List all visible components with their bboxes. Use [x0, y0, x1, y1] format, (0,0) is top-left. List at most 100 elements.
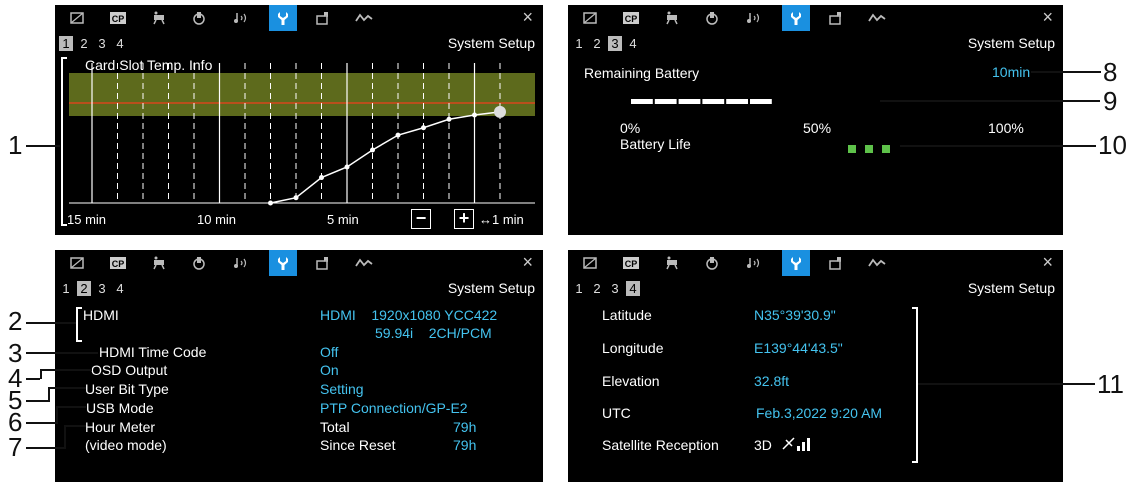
temp-point	[370, 147, 375, 153]
wrench-icon	[791, 257, 801, 270]
temp-point	[268, 200, 273, 206]
callout-line-5b	[48, 387, 50, 402]
tab-waveform[interactable]	[862, 250, 890, 276]
camera-mode-icon	[70, 257, 84, 269]
tab-custom-picture[interactable]: CP	[103, 250, 131, 276]
page-3[interactable]: 3	[95, 281, 109, 296]
page-1[interactable]: 1	[572, 36, 586, 51]
tab-my-menu[interactable]	[309, 250, 337, 276]
battery-segment	[654, 99, 677, 104]
callout-line-7c	[64, 425, 86, 427]
usb-mode-value[interactable]: PTP Connection/GP-E2	[320, 400, 468, 416]
video-camera-icon	[666, 11, 678, 25]
callout-2: 2	[8, 306, 23, 336]
close-button[interactable]: ×	[1042, 252, 1053, 273]
panel-gps-info: CP × 1 2 3 4 System Setup Latitude N35°3…	[568, 250, 1063, 482]
page-4[interactable]: 4	[626, 36, 640, 51]
battery-segment	[726, 99, 748, 104]
page-1[interactable]: 1	[59, 281, 73, 296]
temp-point	[421, 125, 426, 131]
assign-button-icon	[193, 257, 205, 270]
battery-segment	[678, 99, 701, 104]
panel-title: System Setup	[447, 280, 535, 296]
page-4[interactable]: 4	[626, 281, 640, 296]
callout-line-4	[26, 378, 40, 380]
scale-100: 100%	[988, 120, 1024, 136]
temp-point	[395, 132, 401, 138]
zoom-out-button[interactable]: −	[411, 209, 431, 229]
hour-meter-label: Hour Meter	[85, 419, 156, 435]
tab-custom-picture[interactable]: CP	[616, 250, 644, 276]
callout-line-6	[26, 422, 56, 424]
tab-waveform[interactable]	[862, 5, 890, 31]
custom-picture-icon: CP	[623, 12, 639, 24]
utc-value: Feb.3,2022 9:20 AM	[756, 405, 883, 421]
assign-button-icon	[706, 257, 718, 270]
close-button[interactable]: ×	[1042, 7, 1053, 28]
hdmi-bracket	[76, 307, 82, 342]
video-camera-icon	[666, 256, 678, 270]
custom-picture-icon: CP	[623, 257, 639, 269]
tab-video[interactable]	[145, 250, 173, 276]
page-2[interactable]: 2	[590, 281, 604, 296]
tab-assign[interactable]	[698, 5, 726, 31]
tab-camera[interactable]	[576, 250, 604, 276]
tab-audio[interactable]	[740, 5, 768, 31]
tab-system[interactable]	[782, 250, 810, 276]
osd-output-value[interactable]: On	[320, 362, 339, 378]
longitude-label: Longitude	[602, 340, 664, 356]
callout-7: 7	[8, 432, 23, 462]
page-3[interactable]: 3	[608, 281, 622, 296]
battery-life-label: Battery Life	[620, 136, 691, 152]
remaining-battery-value: 10min	[992, 64, 1031, 80]
tab-audio[interactable]	[227, 250, 255, 276]
close-button[interactable]: ×	[522, 252, 533, 273]
battery-life-indicator	[848, 140, 899, 158]
panel-battery: CP × 1 2 3 4 System Setup Remaining Batt…	[568, 5, 1063, 235]
tab-camera[interactable]	[63, 250, 91, 276]
tab-assign[interactable]	[185, 250, 213, 276]
waveform-icon	[355, 258, 373, 267]
callout-line-6b	[56, 406, 58, 424]
my-menu-icon	[829, 12, 841, 25]
tab-system[interactable]	[269, 250, 297, 276]
waveform-icon	[868, 13, 886, 22]
tab-camera[interactable]	[576, 5, 604, 31]
tab-system[interactable]	[782, 5, 810, 31]
video-camera-icon	[153, 256, 165, 270]
chart-bracket	[61, 57, 67, 226]
battery-life-dot	[882, 145, 890, 153]
tab-audio[interactable]	[740, 250, 768, 276]
hour-meter-since-reset-label: Since Reset	[320, 437, 396, 453]
hdmi-time-code-label: HDMI Time Code	[99, 344, 207, 360]
page-4[interactable]: 4	[113, 281, 127, 296]
callout-1: 1	[8, 130, 23, 160]
page-2[interactable]: 2	[77, 281, 91, 296]
tab-assign[interactable]	[698, 250, 726, 276]
assign-button-icon	[706, 12, 718, 25]
tab-my-menu[interactable]	[822, 250, 850, 276]
usb-mode-label: USB Mode	[86, 400, 154, 416]
battery-segment	[702, 99, 725, 104]
callout-line-1	[26, 145, 60, 147]
tab-video[interactable]	[658, 5, 686, 31]
user-bit-type-value[interactable]: Setting	[320, 381, 364, 397]
waveform-icon	[868, 258, 886, 267]
warning-band	[69, 73, 535, 116]
tab-bar: CP ×	[568, 5, 1063, 31]
tab-video[interactable]	[658, 250, 686, 276]
temp-point	[446, 116, 452, 122]
temp-point	[472, 112, 477, 118]
hdmi-time-code-value[interactable]: Off	[320, 344, 338, 360]
battery-segment	[631, 99, 653, 104]
page-3[interactable]: 3	[608, 36, 622, 51]
tab-custom-picture[interactable]: CP	[616, 5, 644, 31]
page-2[interactable]: 2	[590, 36, 604, 51]
tab-my-menu[interactable]	[822, 5, 850, 31]
callout-line-7b	[64, 425, 66, 449]
page-1[interactable]: 1	[572, 281, 586, 296]
elevation-label: Elevation	[602, 373, 660, 389]
zoom-in-button[interactable]: +	[454, 209, 474, 229]
callout-line-5	[26, 400, 48, 402]
tab-waveform[interactable]	[349, 250, 377, 276]
